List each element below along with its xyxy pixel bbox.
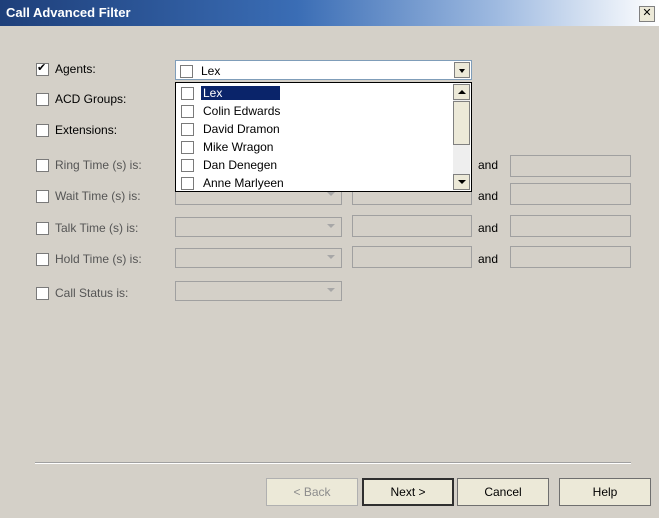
agent-option-lex[interactable]: Lex	[177, 85, 454, 102]
close-button[interactable]: ✕	[639, 6, 655, 22]
agent-option-checkbox[interactable]	[181, 105, 194, 118]
window-title: Call Advanced Filter	[6, 5, 131, 20]
cancel-button[interactable]: Cancel	[457, 478, 549, 506]
dropdown-scrollbar[interactable]	[453, 84, 470, 190]
talk-time-label: Talk Time (s) is:	[55, 221, 139, 235]
agent-option-label: David Dramon	[203, 122, 280, 136]
agent-option-checkbox[interactable]	[181, 123, 194, 136]
talk-time-and-label: and	[478, 221, 499, 235]
agent-option-anne-marlyeen[interactable]: Anne Marlyeen	[177, 175, 454, 191]
chevron-down-icon	[327, 255, 335, 259]
agent-option-checkbox[interactable]	[181, 177, 194, 190]
agents-combobox[interactable]: Lex	[175, 60, 472, 80]
agent-option-colin-edwards[interactable]: Colin Edwards	[177, 103, 454, 120]
talk-time-min-input[interactable]	[352, 215, 472, 237]
agent-option-david-dramon[interactable]: David Dramon	[177, 121, 454, 138]
scroll-up-arrow-icon[interactable]	[453, 84, 470, 100]
agent-option-checkbox[interactable]	[181, 87, 194, 100]
hold-time-max-input[interactable]	[510, 246, 631, 268]
agent-option-label: Dan Denegen	[203, 158, 278, 172]
agents-checkbox[interactable]	[36, 61, 49, 76]
ring-time-checkbox[interactable]	[36, 159, 49, 172]
agents-dropdown-arrow-icon[interactable]	[454, 62, 470, 78]
back-button[interactable]: < Back	[266, 478, 358, 506]
agents-selected-value: Lex	[201, 64, 221, 78]
agent-option-mike-wragon[interactable]: Mike Wragon	[177, 139, 454, 156]
extensions-label: Extensions:	[55, 123, 118, 137]
wait-time-label: Wait Time (s) is:	[55, 189, 141, 203]
next-button[interactable]: Next >	[362, 478, 454, 506]
call-status-label: Call Status is:	[55, 286, 129, 300]
chevron-down-icon	[327, 224, 335, 228]
help-button[interactable]: Help	[559, 478, 651, 506]
call-status-checkbox[interactable]	[36, 287, 49, 300]
ring-time-and-label: and	[478, 158, 499, 172]
ring-time-max-input[interactable]	[510, 155, 631, 177]
agent-option-label: Mike Wragon	[203, 140, 274, 154]
wait-time-and-label: and	[478, 189, 499, 203]
footer-separator	[35, 462, 631, 464]
chevron-down-icon	[327, 288, 335, 292]
acd-groups-checkbox[interactable]	[36, 93, 49, 106]
acd-groups-label: ACD Groups:	[55, 92, 127, 106]
call-status-select[interactable]	[175, 281, 342, 301]
agents-label: Agents:	[55, 62, 96, 76]
talk-time-checkbox[interactable]	[36, 222, 49, 235]
hold-time-checkbox[interactable]	[36, 253, 49, 266]
wait-time-checkbox[interactable]	[36, 190, 49, 203]
wait-time-max-input[interactable]	[510, 183, 631, 205]
agent-option-checkbox[interactable]	[181, 141, 194, 154]
hold-time-label: Hold Time (s) is:	[55, 252, 142, 266]
agent-option-dan-denegen[interactable]: Dan Denegen	[177, 157, 454, 174]
chevron-down-icon	[327, 192, 335, 196]
agent-option-checkbox[interactable]	[181, 159, 194, 172]
scroll-thumb[interactable]	[453, 101, 470, 145]
extensions-checkbox[interactable]	[36, 124, 49, 137]
scroll-down-arrow-icon[interactable]	[453, 174, 470, 190]
title-bar: Call Advanced Filter ✕	[0, 0, 659, 26]
agent-option-label: Colin Edwards	[203, 104, 281, 118]
talk-time-max-input[interactable]	[510, 215, 631, 237]
hold-time-min-input[interactable]	[352, 246, 472, 268]
agent-option-label: Lex	[201, 86, 281, 100]
agent-option-label: Anne Marlyeen	[203, 176, 284, 190]
agents-combo-checkbox	[180, 65, 193, 78]
hold-time-and-label: and	[478, 252, 499, 266]
hold-time-operator-select[interactable]	[175, 248, 342, 268]
talk-time-operator-select[interactable]	[175, 217, 342, 237]
call-advanced-filter-window: Call Advanced Filter ✕ Agents: Lex ACD G…	[0, 0, 659, 518]
ring-time-label: Ring Time (s) is:	[55, 158, 142, 172]
agents-dropdown-list: Lex Colin Edwards David Dramon Mike Wrag…	[175, 82, 472, 192]
